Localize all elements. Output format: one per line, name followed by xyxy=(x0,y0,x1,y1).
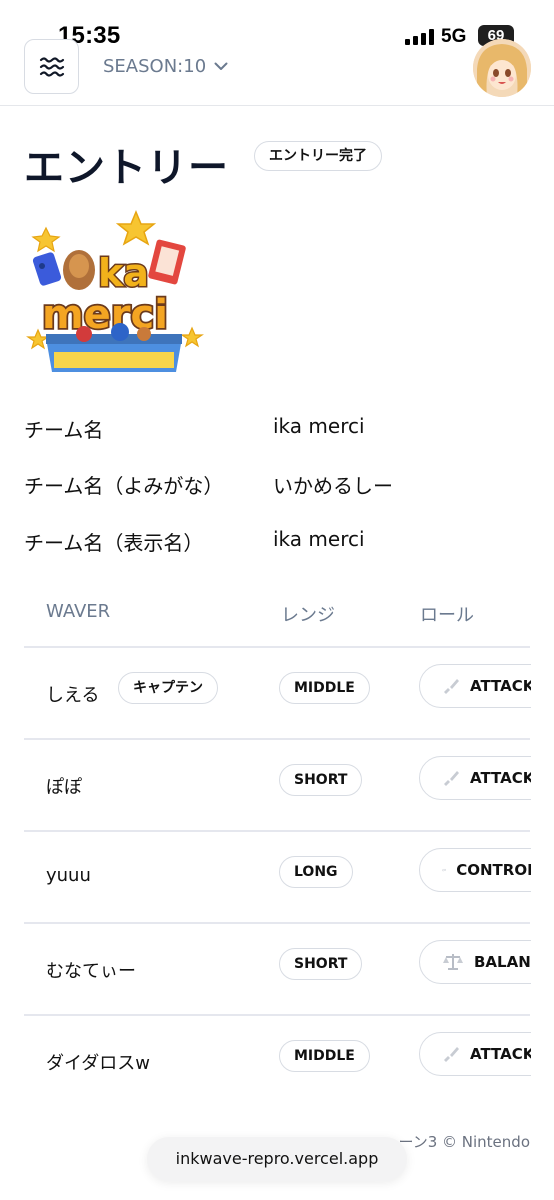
column-header-role: ロール xyxy=(420,605,474,626)
role-cell: ATTACKER xyxy=(419,664,531,710)
team-name-reading-row: チーム名（よみがな） いかめるしー xyxy=(24,470,530,500)
signal-icon xyxy=(405,29,434,45)
table-row: しえる キャプテン MIDDLE ATTACKER xyxy=(0,648,554,740)
member-name: ダイダロスw xyxy=(46,1053,151,1074)
role-badge: ATTACKER xyxy=(419,756,531,800)
role-cell: BALANCER xyxy=(419,940,531,986)
table-row: むなてぃー SHORT BALANCER xyxy=(0,924,554,1016)
role-label: ATTACKER xyxy=(470,1045,531,1063)
status-bar: 15:35 5G 69 xyxy=(0,0,554,60)
member-name: yuuu xyxy=(46,865,91,886)
role-cell: ATTACKER xyxy=(419,1032,531,1078)
range-badge: SHORT xyxy=(279,764,363,796)
team-name-reading-value: いかめるしー xyxy=(273,474,393,498)
svg-text:ka: ka xyxy=(98,251,149,295)
team-name-value: ika merci xyxy=(273,414,365,438)
range-badge: SHORT xyxy=(279,948,363,980)
browser-url-bar[interactable]: inkwave-repro.vercel.app xyxy=(147,1137,407,1181)
member-name: むなてぃー xyxy=(46,961,136,982)
header-divider xyxy=(0,105,554,106)
column-header-waver: WAVER xyxy=(46,601,111,622)
sword-icon xyxy=(444,771,459,786)
avatar-image xyxy=(473,39,531,97)
range-badge: LONG xyxy=(279,856,353,888)
network-type: 5G xyxy=(441,26,467,47)
menu-button[interactable] xyxy=(24,39,79,94)
sword-icon xyxy=(444,1047,459,1062)
table-row: yuuu LONG CONTROLLER xyxy=(0,832,554,924)
column-header-range: レンジ xyxy=(281,605,335,626)
season-label: SEASON:10 xyxy=(103,56,207,77)
role-badge: CONTROLLER xyxy=(419,848,531,892)
table-row: ぽぽ SHORT ATTACKER xyxy=(0,740,554,832)
team-logo: ka merci xyxy=(24,208,204,378)
team-logo-image: ka merci xyxy=(26,210,204,372)
range-badge: MIDDLE xyxy=(279,672,370,704)
role-badge: ATTACKER xyxy=(419,1032,531,1076)
team-display-name-label: チーム名（表示名） xyxy=(24,531,204,555)
team-name-label: チーム名 xyxy=(24,418,104,442)
role-label: ATTACKER xyxy=(470,677,531,695)
season-selector[interactable]: SEASON:10 xyxy=(103,56,228,77)
role-cell: CONTROLLER xyxy=(419,848,531,894)
range-badge: MIDDLE xyxy=(279,1040,370,1072)
controller-icon xyxy=(442,869,447,872)
role-label: BALANCER xyxy=(474,953,531,971)
member-name: しえる xyxy=(46,685,100,706)
captain-badge: キャプテン xyxy=(118,672,218,704)
user-avatar[interactable] xyxy=(473,39,531,97)
team-display-name-value: ika merci xyxy=(273,527,365,551)
team-name-reading-label: チーム名（よみがな） xyxy=(24,474,224,498)
role-badge: BALANCER xyxy=(419,940,531,984)
role-label: CONTROLLER xyxy=(456,861,531,879)
role-label: ATTACKER xyxy=(470,769,531,787)
team-name-row: チーム名 ika merci xyxy=(24,414,530,444)
role-badge: ATTACKER xyxy=(419,664,531,708)
copyright-label: ーン3 © Nintendo xyxy=(398,1133,530,1151)
copyright-text: ーン3 © Nintendo xyxy=(398,1131,530,1152)
scale-icon xyxy=(443,954,463,970)
page-title: エントリー xyxy=(24,145,229,191)
wave-menu-icon xyxy=(39,56,64,77)
chevron-down-icon xyxy=(214,62,228,70)
sword-icon xyxy=(444,679,459,694)
member-name: ぽぽ xyxy=(46,777,82,798)
team-display-name-row: チーム名（表示名） ika merci xyxy=(24,527,530,557)
role-cell: ATTACKER xyxy=(419,756,531,802)
entry-status-badge: エントリー完了 xyxy=(254,141,382,171)
table-row: ダイダロスw MIDDLE ATTACKER xyxy=(0,1016,554,1108)
